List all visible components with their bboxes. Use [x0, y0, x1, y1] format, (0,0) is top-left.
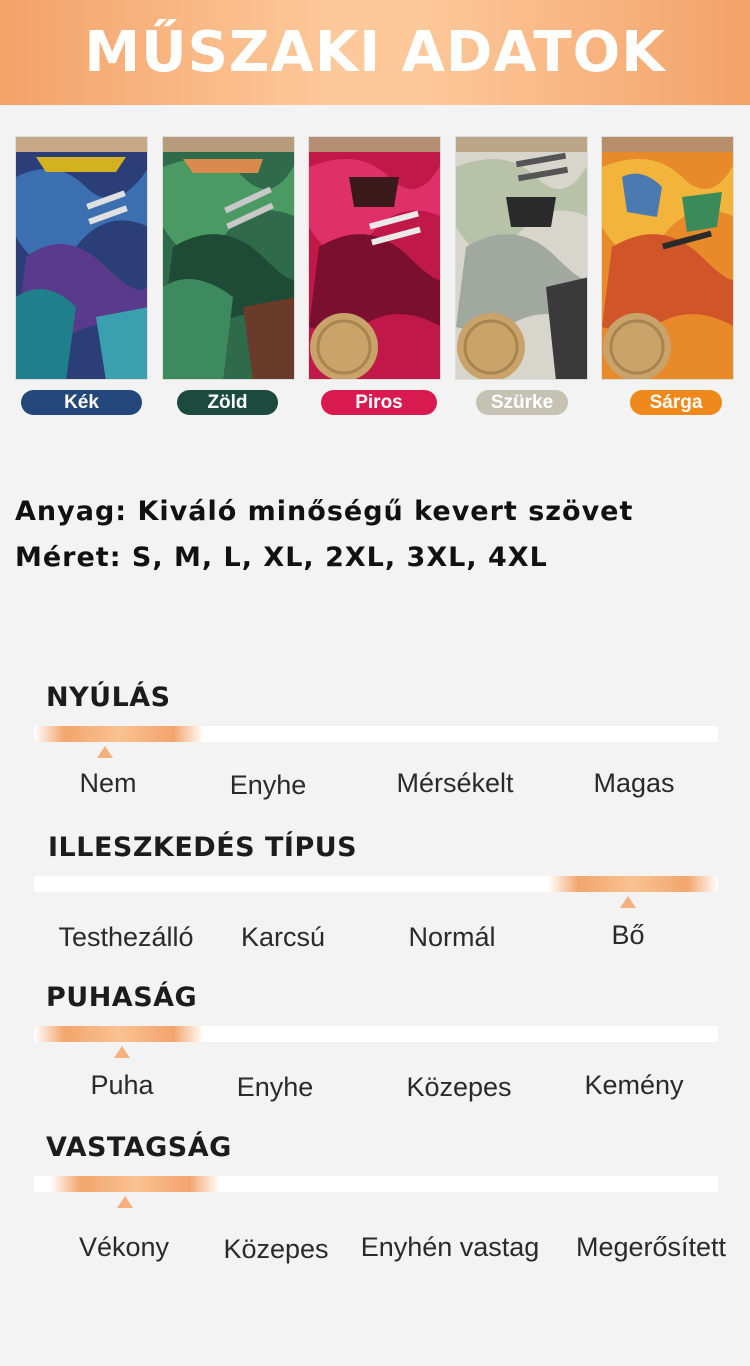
scale-option: Kemény — [584, 1070, 684, 1100]
color-label-kek[interactable]: Kék — [21, 390, 142, 415]
scale-option: Közepes — [223, 1234, 329, 1264]
selected-marker-icon — [117, 1196, 133, 1208]
selected-marker-icon — [114, 1046, 130, 1058]
dress-photo-grey[interactable] — [455, 136, 588, 380]
dress-photo-red[interactable] — [308, 136, 441, 380]
scale-title: PUHASÁG — [46, 982, 198, 1013]
scale-option: Karcsú — [240, 922, 326, 952]
scale-title: ILLESZKEDÉS TÍPUS — [48, 832, 358, 863]
scale-option: Megerősített — [575, 1232, 727, 1262]
color-label-text: Sárga — [649, 391, 703, 413]
scale-track — [34, 726, 718, 742]
swatch-yellow[interactable] — [601, 136, 734, 380]
scale-option: Mérsékelt — [396, 768, 514, 798]
color-label-sarga[interactable]: Sárga — [630, 390, 722, 415]
scale-track — [34, 1176, 718, 1192]
selected-marker-icon — [97, 746, 113, 758]
scale-fill — [34, 1026, 204, 1042]
dress-photo-blue[interactable] — [15, 136, 148, 380]
color-label-szurke[interactable]: Szürke — [476, 390, 568, 415]
scale-option: Enyhén vastag — [360, 1232, 540, 1262]
scale-option: Enyhe — [236, 1072, 314, 1102]
selected-marker-icon — [620, 896, 636, 908]
scale-fill — [34, 726, 204, 742]
scale-option: Testhezálló — [58, 922, 194, 952]
scale-fill — [548, 876, 718, 892]
scale-option: Normál — [408, 922, 496, 952]
scale-track — [34, 876, 718, 892]
dress-photo-yellow[interactable] — [601, 136, 734, 380]
material-spec: Anyag: Kiváló minőségű kevert szövet — [15, 496, 634, 527]
scale-option: Bő — [611, 920, 645, 950]
scale-title: NYÚLÁS — [46, 682, 171, 713]
header-banner: MŰSZAKI ADATOK — [0, 0, 750, 105]
scale-track — [34, 1026, 718, 1042]
swatch-grey[interactable] — [455, 136, 588, 380]
spec-list: Anyag: Kiváló minőségű kevert szövet Mér… — [15, 494, 633, 586]
swatch-blue[interactable] — [15, 136, 148, 380]
swatch-red[interactable] — [308, 136, 441, 380]
color-label-text: Kék — [64, 391, 99, 413]
scale-option: Puha — [90, 1070, 154, 1100]
scale-option: Nem — [79, 768, 137, 798]
scale-fill — [50, 1176, 220, 1192]
color-label-text: Szürke — [490, 391, 554, 413]
color-swatches: Kék Zöld Piros Szürke Sárga — [0, 136, 750, 421]
color-label-piros[interactable]: Piros — [321, 390, 437, 415]
scale-option: Enyhe — [229, 770, 307, 800]
size-spec: Méret: S, M, L, XL, 2XL, 3XL, 4XL — [15, 542, 548, 573]
color-label-text: Zöld — [207, 391, 248, 413]
color-label-text: Piros — [355, 391, 403, 413]
page-title: MŰSZAKI ADATOK — [84, 20, 666, 85]
scale-option: Vékony — [78, 1232, 170, 1262]
swatch-green[interactable] — [162, 136, 295, 380]
scale-option: Magas — [593, 768, 675, 798]
dress-photo-green[interactable] — [162, 136, 295, 380]
scale-title: VASTAGSÁG — [46, 1132, 232, 1163]
scale-option: Közepes — [406, 1072, 512, 1102]
color-label-zold[interactable]: Zöld — [177, 390, 278, 415]
